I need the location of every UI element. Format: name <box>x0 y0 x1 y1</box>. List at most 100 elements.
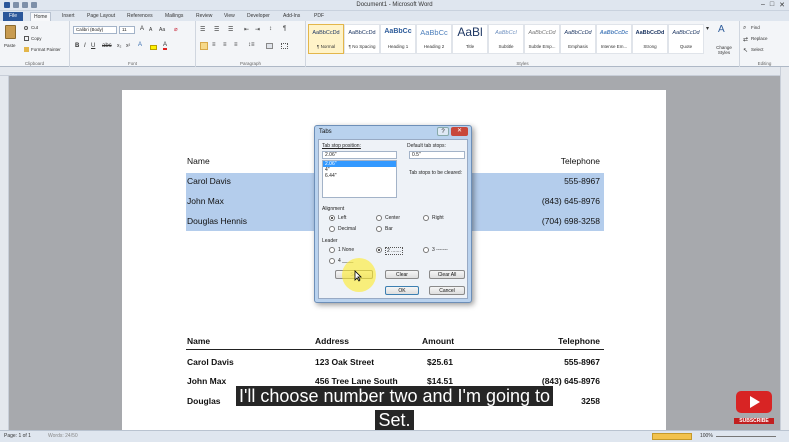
find-button[interactable]: Find <box>751 25 760 30</box>
superscript-icon[interactable]: x² <box>126 43 130 49</box>
subscript-icon[interactable]: x₂ <box>117 43 121 49</box>
change-styles-icon[interactable]: A <box>718 24 725 35</box>
page-count[interactable]: Page: 1 of 1 <box>4 433 31 439</box>
bold-icon[interactable]: B <box>75 43 79 49</box>
style-heading-2[interactable]: AaBbCc Heading 2 <box>416 24 452 54</box>
list-item[interactable]: 6.44" <box>323 173 396 179</box>
mouse-pointer-icon <box>354 270 362 282</box>
shading-icon[interactable] <box>266 43 273 49</box>
style-subtitle[interactable]: AaBbCcI Subtitle <box>488 24 524 54</box>
italic-icon[interactable]: I <box>84 43 86 49</box>
vertical-ruler[interactable] <box>0 76 9 430</box>
zoom-level[interactable]: 100% <box>700 433 713 439</box>
change-styles-button[interactable]: Change Styles <box>711 45 737 55</box>
copy-button[interactable]: Copy <box>31 36 42 41</box>
line-spacing-icon[interactable]: ↕≡ <box>248 42 255 48</box>
clear-formatting-icon[interactable]: ⌀ <box>174 26 178 33</box>
text-effects-icon[interactable]: A <box>138 42 142 48</box>
numbering-icon[interactable]: ☰ <box>214 26 219 33</box>
word-count[interactable]: Words: 24/50 <box>48 433 78 439</box>
maximize-icon[interactable]: □ <box>770 1 774 9</box>
style-normal[interactable]: AaBbCcDd ¶ Normal <box>308 24 344 54</box>
align-center-icon[interactable]: ≡ <box>212 42 216 48</box>
tab-add-ins[interactable]: Add-Ins <box>280 12 303 21</box>
tab-stop-input[interactable]: 2.06" <box>322 151 397 159</box>
show-hide-icon[interactable]: ¶ <box>283 26 286 32</box>
paste-icon[interactable] <box>5 25 16 39</box>
change-case-icon[interactable]: Aa <box>159 27 165 33</box>
style-quote[interactable]: AaBbCcDd Quote <box>668 24 704 54</box>
style-strong[interactable]: AaBbCcDd Strong <box>632 24 668 54</box>
borders-icon[interactable] <box>281 43 288 49</box>
leader-underline-radio[interactable] <box>329 258 335 264</box>
select-button[interactable]: Select <box>751 47 764 52</box>
align-left-icon[interactable] <box>200 42 208 50</box>
ok-button[interactable]: OK <box>385 286 419 295</box>
leader-none-radio[interactable] <box>329 247 335 253</box>
style-intense-emphasis[interactable]: AaBbCcDc Intense Em... <box>596 24 632 54</box>
strikethrough-icon[interactable]: abc <box>102 43 112 49</box>
tab-insert[interactable]: Insert <box>59 12 78 21</box>
font-color-icon[interactable]: A <box>163 42 168 50</box>
font-group-label: Font <box>127 61 137 66</box>
align-right-radio[interactable] <box>423 215 429 221</box>
justify-icon[interactable]: ≡ <box>234 42 238 48</box>
tab-page-layout[interactable]: Page Layout <box>84 12 118 21</box>
tab-stop-list[interactable]: 2.06" 4" 6.44" <box>322 160 397 198</box>
decrease-indent-icon[interactable]: ⇤ <box>244 26 249 33</box>
highlight-icon[interactable] <box>150 45 157 50</box>
leader-dashes-radio[interactable] <box>423 247 429 253</box>
replace-button[interactable]: Replace <box>751 36 768 41</box>
tab-developer[interactable]: Developer <box>244 12 273 21</box>
tab-file[interactable]: File <box>3 12 24 21</box>
subscribe-badge[interactable]: SUBSCRIBE <box>734 389 774 429</box>
grow-font-icon[interactable]: A <box>140 26 144 32</box>
tab-pdf[interactable]: PDF <box>311 12 327 21</box>
tab-review[interactable]: Review <box>193 12 215 21</box>
minimize-icon[interactable]: – <box>761 1 765 9</box>
tab-mailings[interactable]: Mailings <box>162 12 186 21</box>
sort-icon[interactable]: ↕ <box>269 26 272 32</box>
view-buttons[interactable] <box>652 433 692 440</box>
vertical-scrollbar[interactable] <box>780 67 789 430</box>
style-no-spacing[interactable]: AaBbCcDd ¶ No Spacing <box>344 24 380 54</box>
bullets-icon[interactable]: ☰ <box>200 26 205 33</box>
style-heading-1[interactable]: AaBbCc Heading 1 <box>380 24 416 54</box>
zoom-slider[interactable] <box>716 436 776 437</box>
cancel-button[interactable]: Cancel <box>429 286 465 295</box>
tab-home[interactable]: Home <box>30 12 52 21</box>
align-bar-radio[interactable] <box>376 226 382 232</box>
cut-button[interactable]: Cut <box>31 25 38 30</box>
tab-view[interactable]: View <box>221 12 238 21</box>
paste-button[interactable]: Paste <box>4 43 16 48</box>
styles-more-icon[interactable]: ▾ <box>706 25 709 32</box>
clear-all-button[interactable]: Clear All <box>429 270 465 279</box>
leader-dots-radio[interactable] <box>376 247 382 253</box>
dialog-title: Tabs <box>319 129 332 135</box>
underline-icon[interactable]: U <box>91 43 95 49</box>
align-right-icon[interactable]: ≡ <box>223 42 227 48</box>
help-icon[interactable]: ? <box>437 127 449 136</box>
increase-indent-icon[interactable]: ⇥ <box>255 26 260 33</box>
styles-group: AaBbCcDd ¶ Normal AaBbCcDd ¶ No Spacing Aa… <box>306 21 740 67</box>
default-tab-stops-input[interactable]: 0.5" <box>409 151 465 159</box>
find-icon: ⌕ <box>743 25 747 31</box>
style-emphasis[interactable]: AaBbCcDd Emphasis <box>560 24 596 54</box>
format-painter-button[interactable]: Format Painter <box>31 47 61 52</box>
shrink-font-icon[interactable]: A <box>149 27 152 33</box>
clear-button[interactable]: Clear <box>385 270 419 279</box>
style-title[interactable]: AaBl Title <box>452 24 488 54</box>
align-decimal-radio[interactable] <box>329 226 335 232</box>
font-size-select[interactable]: 11 <box>119 26 135 34</box>
close-icon[interactable]: ✕ <box>451 127 468 136</box>
horizontal-ruler[interactable] <box>0 67 789 76</box>
close-icon[interactable]: ✕ <box>779 1 785 9</box>
font-name-select[interactable]: Calibri (Body) <box>73 26 117 34</box>
align-center-radio[interactable] <box>376 215 382 221</box>
bottom-header-address: Address <box>315 336 350 346</box>
tab-references[interactable]: References <box>124 12 156 21</box>
multilevel-list-icon[interactable]: ☰ <box>228 26 233 33</box>
bottom-header-name: Name <box>187 336 211 346</box>
align-left-radio[interactable] <box>329 215 335 221</box>
style-subtle-emphasis[interactable]: AaBbCcDd Subtle Emp... <box>524 24 560 54</box>
